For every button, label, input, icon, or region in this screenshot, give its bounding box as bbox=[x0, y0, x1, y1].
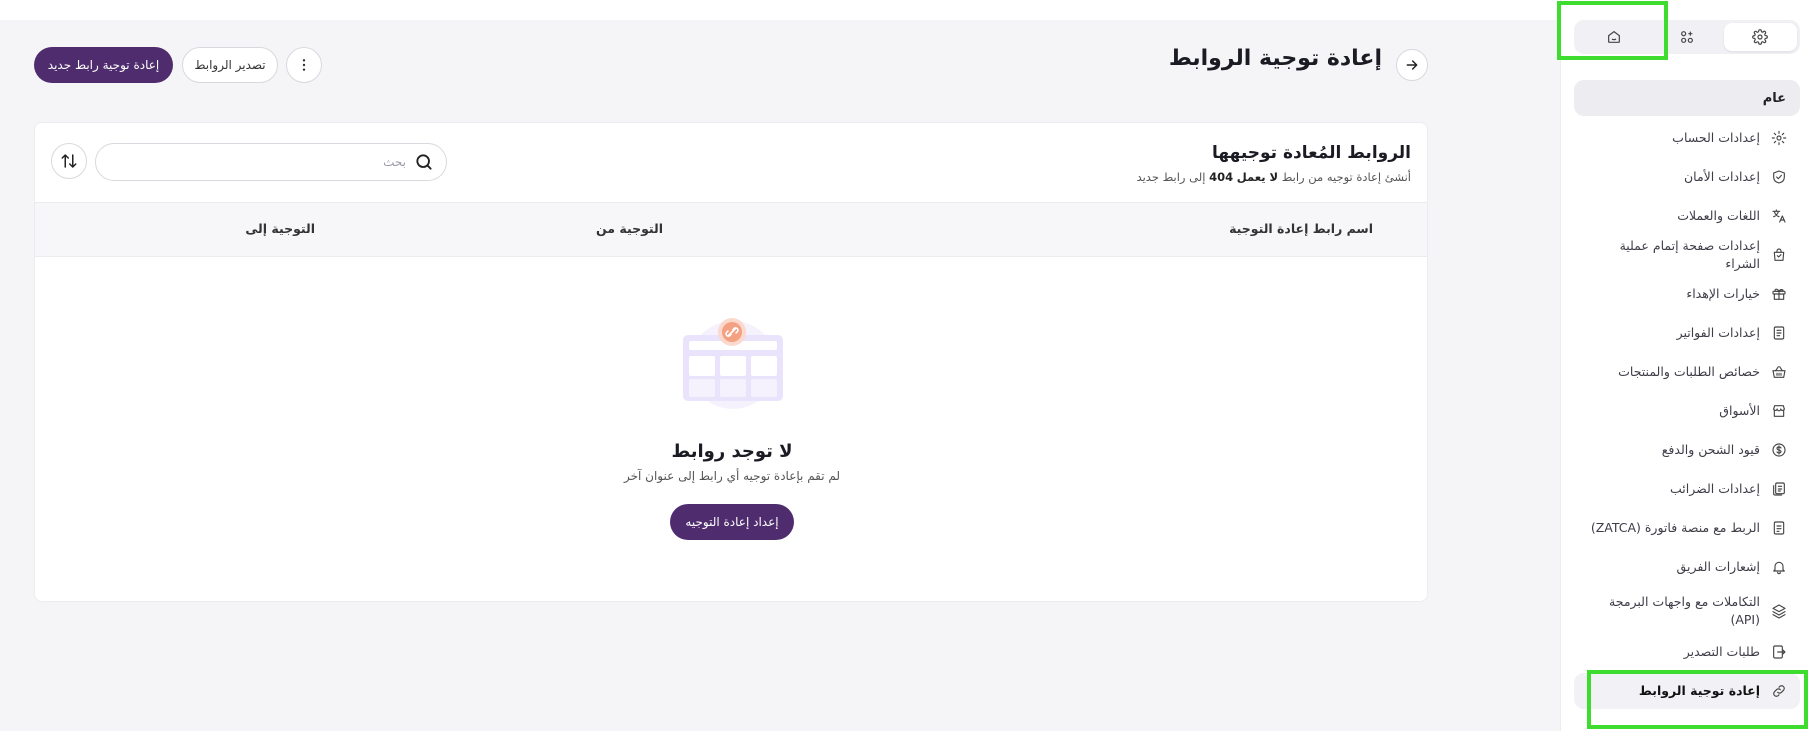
column-redirect-name: اسم رابط إعادة التوجية bbox=[1229, 221, 1373, 236]
sidebar-item-dollar-circle[interactable]: قيود الشحن والدفع bbox=[1574, 431, 1800, 469]
sidebar-item-label: الربط مع منصة فاتورة (ZATCA) bbox=[1590, 520, 1760, 535]
sidebar-item-tax-receipt[interactable]: إعدادات الضرائب bbox=[1574, 470, 1800, 508]
arrow-right-icon bbox=[1406, 60, 1418, 70]
card-title: الروابط المُعادة توجيهها bbox=[1211, 143, 1411, 163]
search-icon bbox=[416, 154, 432, 170]
sidebar-item-label: التكاملات مع واجهات البرمجة (API) bbox=[1609, 594, 1760, 627]
more-vertical-icon bbox=[302, 59, 306, 71]
sidebar-item-label: الأسواق bbox=[1719, 403, 1760, 418]
document-icon bbox=[1770, 519, 1788, 537]
sidebar-item-label: إعدادات صفحة إتمام عملية الشراء bbox=[1619, 238, 1760, 271]
home-tab[interactable] bbox=[1577, 23, 1650, 51]
sidebar-item-label: إعدادات الحساب bbox=[1672, 130, 1760, 145]
empty-state-title: لا توجد روابط bbox=[671, 441, 793, 462]
shopping-bag-icon bbox=[1770, 246, 1788, 264]
sidebar-item-layers[interactable]: التكاملات مع واجهات البرمجة (API) bbox=[1574, 587, 1800, 635]
sidebar-item-label: طلبات التصدير bbox=[1683, 644, 1760, 659]
layers-icon bbox=[1770, 602, 1788, 620]
page-title: إعادة توجية الروابط bbox=[1168, 46, 1382, 71]
back-button[interactable] bbox=[1396, 49, 1428, 81]
sidebar-item-gift[interactable]: خيارات الإهداء bbox=[1574, 275, 1800, 313]
sidebar-item-shield-check[interactable]: إعدادات الأمان bbox=[1574, 158, 1800, 196]
sidebar-item-document[interactable]: الربط مع منصة فاتورة (ZATCA) bbox=[1574, 509, 1800, 547]
sidebar-item-shopping-bag[interactable]: إعدادات صفحة إتمام عملية الشراء bbox=[1574, 236, 1800, 274]
sidebar-item-label: إعدادات الضرائب bbox=[1670, 481, 1760, 496]
sidebar-item-export[interactable]: طلبات التصدير bbox=[1574, 635, 1800, 669]
sidebar-item-label: قيود الشحن والدفع bbox=[1661, 442, 1760, 457]
translate-icon bbox=[1770, 207, 1788, 225]
menu-section-general[interactable]: عام bbox=[1574, 80, 1800, 116]
sidebar-item-label: إعدادات الفواتير bbox=[1676, 325, 1760, 340]
sidebar-item-translate[interactable]: اللغات والعملات bbox=[1574, 197, 1800, 235]
settings-tab[interactable] bbox=[1723, 23, 1797, 51]
empty-links-illustration bbox=[683, 318, 783, 409]
subtitle-suffix: إلى رابط جديد bbox=[1136, 170, 1206, 184]
sidebar-item-store[interactable]: الأسواق bbox=[1574, 392, 1800, 430]
invoice-icon bbox=[1770, 324, 1788, 342]
subtitle-prefix: أنشئ إعادة توجيه من رابط bbox=[1281, 170, 1411, 184]
sidebar-item-bell[interactable]: إشعارات الفريق bbox=[1574, 548, 1800, 586]
sidebar-item-link[interactable]: إعادة توجية الروابط bbox=[1574, 673, 1800, 709]
sort-button[interactable] bbox=[51, 143, 87, 179]
sidebar-segment-tabs bbox=[1574, 20, 1800, 54]
sidebar-item-label: خصائص الطلبات والمنتجات bbox=[1618, 364, 1760, 379]
sidebar-item-label: إعدادات الأمان bbox=[1683, 169, 1760, 184]
settings-sidebar: عام إعدادات الحساب إعدادات الأمان اللغات و… bbox=[1560, 0, 1810, 731]
sort-arrows-icon bbox=[61, 154, 77, 168]
settings-menu: عام إعدادات الحساب إعدادات الأمان اللغات و… bbox=[1574, 80, 1800, 709]
export-links-button[interactable]: تصدير الروابط bbox=[182, 47, 278, 83]
link-icon bbox=[1770, 682, 1788, 700]
sidebar-item-basket[interactable]: خصائص الطلبات والمنتجات bbox=[1574, 353, 1800, 391]
new-redirect-button[interactable]: إعادة توجية رابط جديد bbox=[34, 47, 173, 83]
dollar-circle-icon bbox=[1770, 441, 1788, 459]
search-box bbox=[95, 143, 447, 181]
apps-plus-icon bbox=[1681, 31, 1693, 43]
menu-list: إعدادات الحساب إعدادات الأمان اللغات والعم… bbox=[1574, 119, 1800, 709]
export-icon bbox=[1770, 643, 1788, 661]
setup-redirect-button[interactable]: إعداد إعادة التوجيه bbox=[670, 504, 794, 540]
sidebar-item-label: خيارات الإهداء bbox=[1686, 286, 1760, 301]
shield-check-icon bbox=[1770, 168, 1788, 186]
apps-tab[interactable] bbox=[1650, 23, 1723, 51]
empty-state-subtitle: لم تقم بإعادة توجيه أي رابط إلى عنوان آخ… bbox=[623, 469, 841, 483]
basket-icon bbox=[1770, 363, 1788, 381]
bell-icon bbox=[1770, 558, 1788, 576]
sidebar-item-invoice[interactable]: إعدادات الفواتير bbox=[1574, 314, 1800, 352]
redirects-card: الروابط المُعادة توجيهها أنشئ إعادة توجي… bbox=[34, 122, 1428, 602]
subtitle-not-working: لا يعمل bbox=[1236, 170, 1279, 184]
home-icon bbox=[1607, 30, 1620, 43]
store-icon bbox=[1770, 402, 1788, 420]
search-input[interactable] bbox=[110, 155, 406, 169]
column-redirect-from: التوجية من bbox=[596, 221, 663, 236]
column-redirect-to: التوجية إلى bbox=[245, 221, 315, 236]
table-header: اسم رابط إعادة التوجية التوجية من التوجي… bbox=[35, 202, 1427, 257]
tax-receipt-icon bbox=[1770, 480, 1788, 498]
sidebar-item-label: إعادة توجية الروابط bbox=[1638, 683, 1760, 698]
more-options-button[interactable] bbox=[286, 47, 322, 83]
sidebar-item-label: اللغات والعملات bbox=[1677, 208, 1760, 223]
sidebar-item-gear[interactable]: إعدادات الحساب bbox=[1574, 119, 1800, 157]
gear-icon bbox=[1752, 29, 1769, 45]
gift-icon bbox=[1770, 285, 1788, 303]
subtitle-404: 404 bbox=[1209, 170, 1234, 184]
gear-icon bbox=[1770, 129, 1788, 147]
top-strip bbox=[0, 0, 1810, 20]
sidebar-item-label: إشعارات الفريق bbox=[1676, 559, 1760, 574]
card-subtitle: أنشئ إعادة توجيه من رابط لا يعمل 404 إلى… bbox=[1137, 170, 1411, 184]
